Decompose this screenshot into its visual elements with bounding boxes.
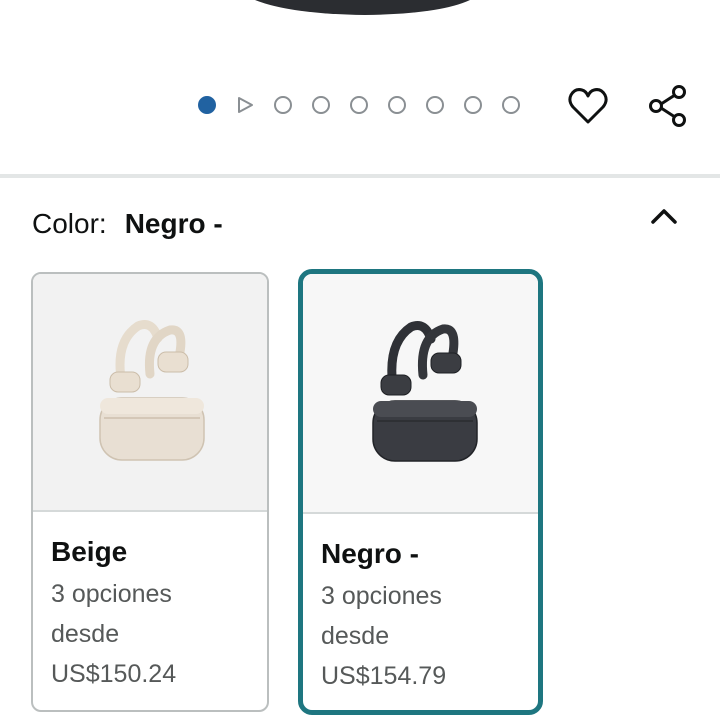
carousel-dot[interactable] [502,96,520,114]
swatch-price: US$154.79 [321,662,447,690]
wishlist-button[interactable] [564,82,612,130]
color-label: Color: [32,208,107,239]
share-button[interactable] [644,82,692,130]
chevron-up-icon [651,209,677,224]
share-icon [649,85,686,127]
swatch-options: 3 opciones [321,582,442,610]
swatch-options: 3 opciones [51,580,172,608]
swatch-name: Beige [51,536,128,567]
product-hero-image[interactable] [0,0,720,80]
color-selector-header[interactable]: Color: Negro - [32,200,223,248]
swatch-image-beige [33,274,267,512]
color-swatch-negro[interactable]: Negro - 3 opciones desde US$154.79 [298,269,543,715]
swatch-from: desde [51,620,120,648]
carousel-dot-active[interactable] [198,96,216,114]
carousel-dot[interactable] [312,96,330,114]
color-selected-value: Negro - [124,208,223,239]
section-divider [0,174,720,178]
carousel-dot[interactable] [274,96,292,114]
carousel-dot[interactable] [464,96,482,114]
carousel-dot[interactable] [388,96,406,114]
swatch-price: US$150.24 [51,660,177,688]
heart-icon [568,88,608,124]
carousel-dot[interactable] [350,96,368,114]
carousel-dot[interactable] [426,96,444,114]
swatch-name: Negro - [321,538,419,569]
color-swatch-beige[interactable]: Beige 3 opciones desde US$150.24 [31,272,269,712]
collapse-color-button[interactable] [640,192,688,240]
video-play-icon[interactable] [236,96,254,114]
swatch-image-negro [303,274,538,514]
image-carousel-indicators [198,94,540,116]
swatch-from: desde [321,622,390,650]
